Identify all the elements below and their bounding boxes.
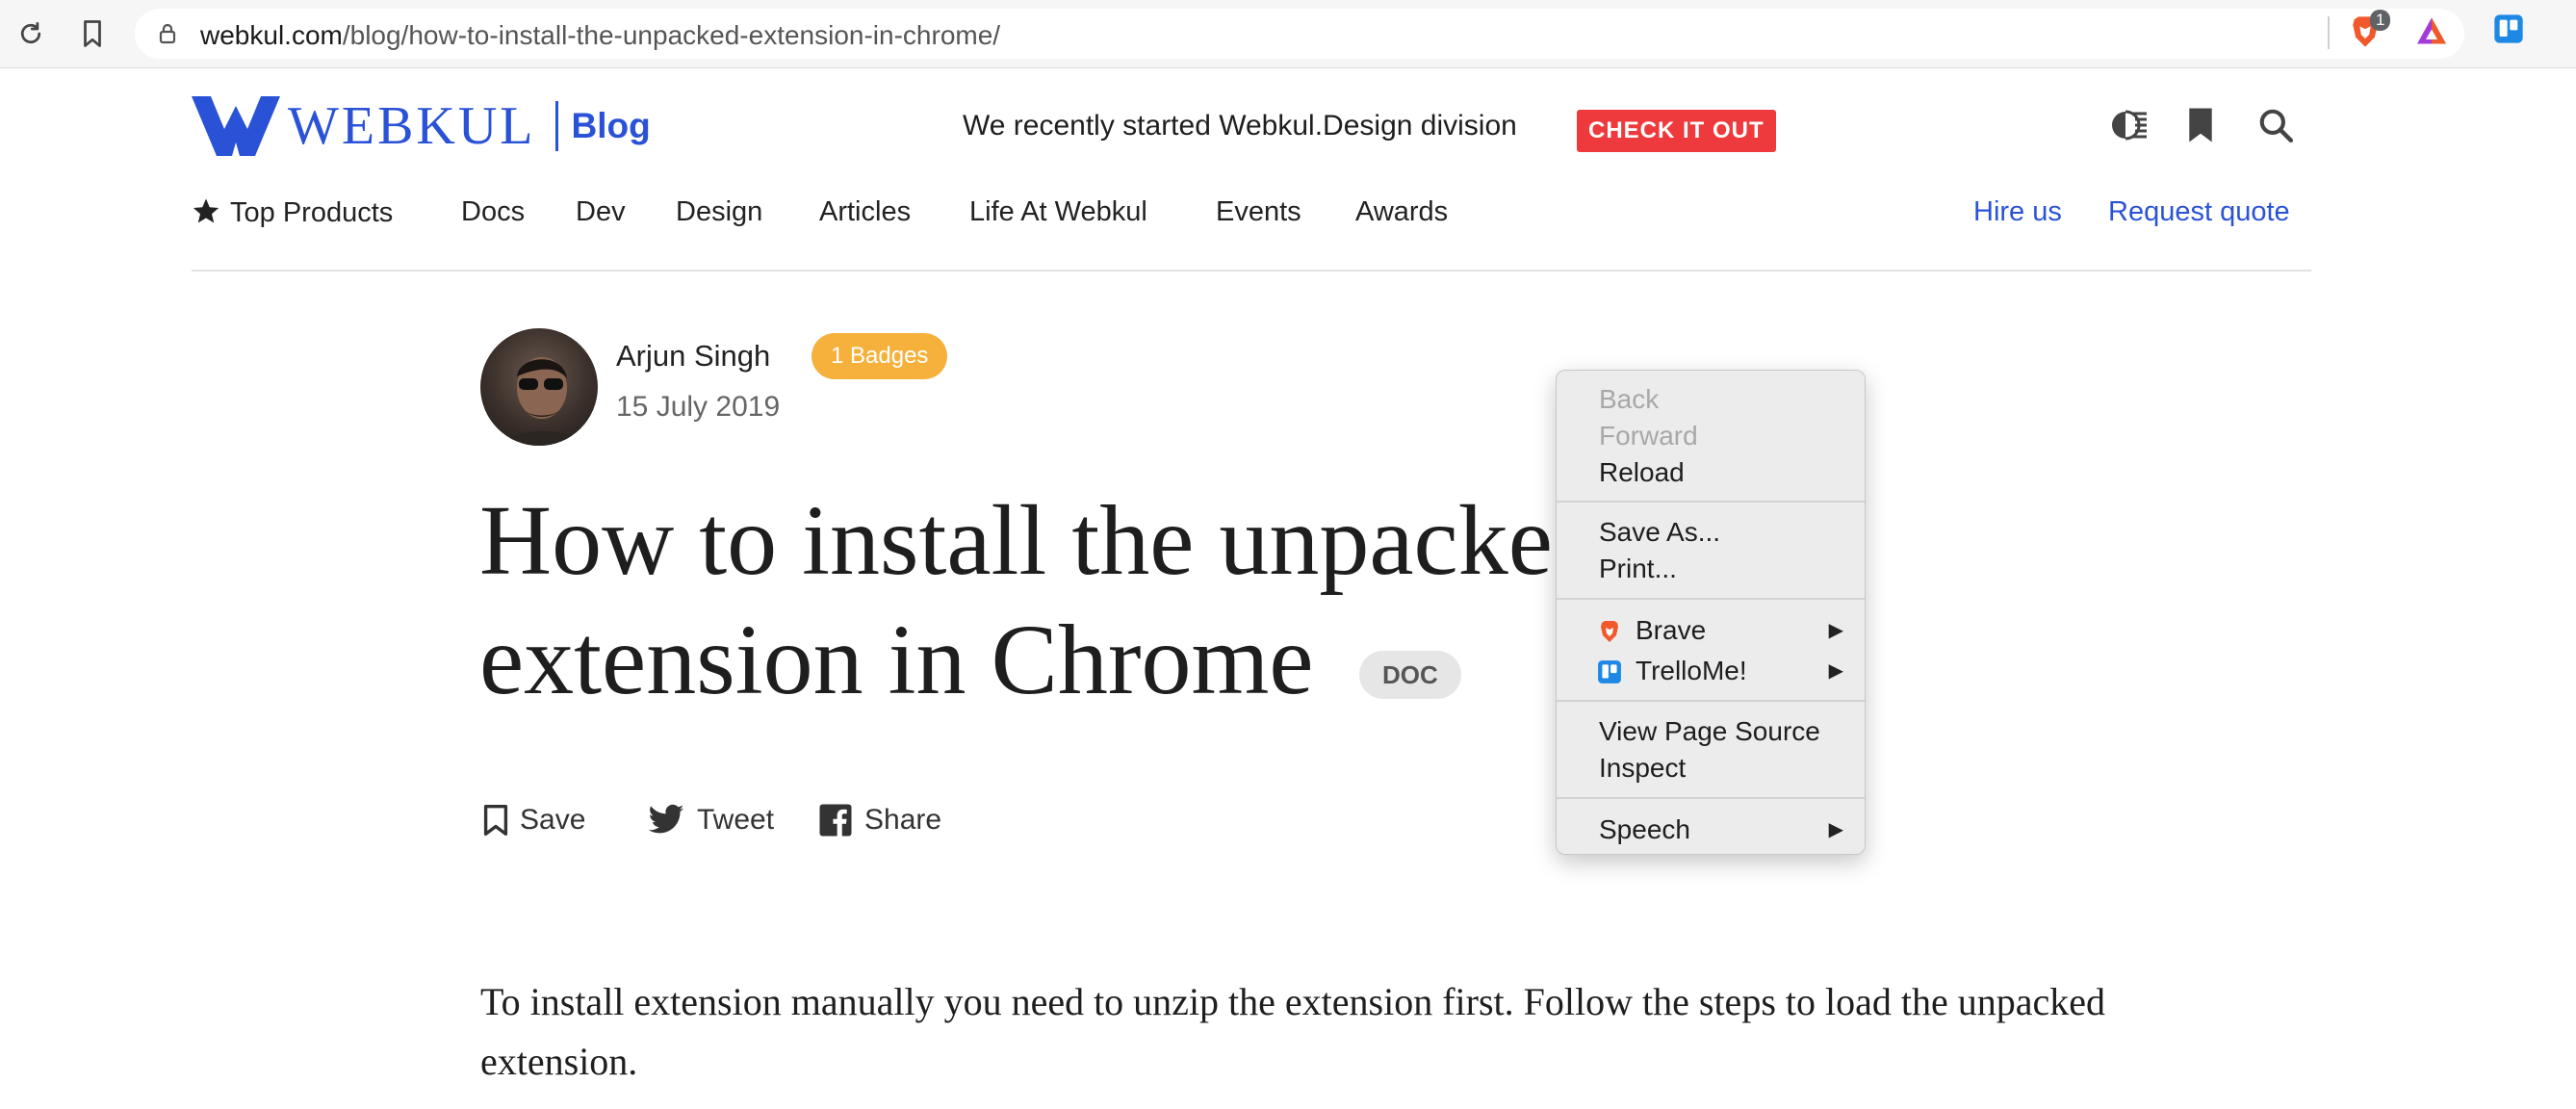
brave-rewards-icon[interactable]: [2414, 13, 2449, 53]
submenu-arrow-icon: ▶: [1828, 819, 1843, 840]
bookmark-page-icon[interactable]: [75, 16, 110, 51]
nav-item-life-at-webkul[interactable]: Life At Webkul: [969, 196, 1147, 228]
menu-label: Speech: [1599, 814, 1690, 844]
brave-icon: [1601, 621, 1618, 642]
article-title-line-1: How to install the unpacked: [479, 485, 1596, 596]
menu-item-speech[interactable]: Speech ▶: [1557, 812, 1865, 848]
promo-text: We recently started Webkul.Design divisi…: [963, 110, 1517, 142]
submenu-arrow-icon: ▶: [1828, 660, 1843, 682]
toolbar-divider: [2328, 16, 2330, 49]
webkul-logo-icon: [192, 96, 280, 156]
doc-tag[interactable]: DOC: [1359, 651, 1461, 699]
menu-separator: [1557, 501, 1865, 503]
hire-us-link[interactable]: Hire us: [1973, 196, 2062, 228]
browser-toolbar: webkul.com/blog/how-to-install-the-unpac…: [0, 0, 2576, 68]
nav-item-docs[interactable]: Docs: [461, 196, 525, 228]
nav-label: Top Products: [230, 197, 394, 228]
author-avatar[interactable]: [480, 328, 598, 446]
menu-label: Save As...: [1599, 517, 1721, 547]
author-badge[interactable]: 1 Badges: [811, 333, 948, 379]
menu-label: Forward: [1599, 421, 1698, 451]
reload-icon[interactable]: [13, 16, 48, 51]
menu-label: TrelloMe!: [1636, 656, 1747, 685]
menu-item-save-as[interactable]: Save As...: [1557, 514, 1865, 551]
url-path: /blog/how-to-install-the-unpacked-extens…: [342, 20, 1001, 50]
webkul-logo[interactable]: WEBKUL Blog: [192, 96, 651, 156]
nav-item-dev[interactable]: Dev: [576, 196, 626, 228]
author-name[interactable]: Arjun Singh: [616, 339, 770, 374]
save-button[interactable]: Save: [483, 799, 585, 841]
menu-item-brave[interactable]: Brave ▶: [1557, 612, 1865, 649]
search-icon[interactable]: [2254, 104, 2297, 146]
header-divider: [192, 270, 2311, 271]
request-quote-link[interactable]: Request quote: [2108, 196, 2290, 228]
menu-item-inspect[interactable]: Inspect: [1557, 750, 1865, 787]
context-menu: Back Forward Reload Save As... Print... …: [1556, 370, 1866, 855]
facebook-share-button[interactable]: Share: [818, 799, 941, 841]
nav-item-articles[interactable]: Articles: [819, 196, 911, 228]
nav-item-top-products[interactable]: Top Products: [192, 196, 393, 229]
article-intro: To install extension manually you need t…: [480, 980, 2105, 1083]
menu-item-print[interactable]: Print...: [1557, 551, 1865, 587]
tweet-button[interactable]: Tweet: [647, 799, 774, 841]
facebook-icon: [819, 804, 852, 837]
lock-icon: [158, 22, 177, 50]
menu-item-trellome[interactable]: TrelloMe! ▶: [1557, 653, 1865, 689]
save-label: Save: [520, 804, 586, 836]
bookmark-icon: [483, 805, 508, 836]
menu-separator: [1557, 700, 1865, 702]
reader-mode-icon[interactable]: [2110, 104, 2152, 146]
address-bar[interactable]: webkul.com/blog/how-to-install-the-unpac…: [135, 9, 2464, 59]
url-host: webkul.com: [200, 20, 343, 50]
menu-item-reload[interactable]: Reload: [1557, 454, 1865, 491]
logo-blog-label: Blog: [571, 106, 651, 145]
share-label: Share: [864, 804, 942, 836]
trello-extension-icon[interactable]: [2493, 13, 2524, 49]
menu-separator: [1557, 797, 1865, 799]
menu-separator: [1557, 598, 1865, 600]
brave-badge-count: 1: [2370, 10, 2391, 31]
logo-wordmark: WEBKUL: [288, 96, 536, 156]
menu-label: Back: [1599, 384, 1660, 414]
twitter-icon: [648, 804, 684, 834]
submenu-arrow-icon: ▶: [1828, 620, 1843, 641]
menu-label: Print...: [1599, 554, 1677, 583]
bookmarks-icon[interactable]: [2179, 104, 2222, 146]
menu-label: Brave: [1636, 615, 1707, 645]
nav-item-design[interactable]: Design: [676, 196, 762, 228]
nav-item-events[interactable]: Events: [1216, 196, 1301, 228]
check-it-out-button[interactable]: CHECK IT OUT: [1577, 110, 1776, 152]
logo-divider: [554, 101, 558, 151]
nav-item-awards[interactable]: Awards: [1355, 196, 1448, 228]
publish-date: 15 July 2019: [616, 391, 781, 423]
menu-label: Inspect: [1599, 753, 1687, 783]
menu-item-forward[interactable]: Forward: [1557, 418, 1865, 454]
star-icon: [193, 198, 219, 223]
trello-icon: [1598, 660, 1621, 683]
menu-label: View Page Source: [1599, 716, 1820, 746]
menu-label: Reload: [1599, 457, 1685, 487]
brave-shields-button[interactable]: 1: [2349, 10, 2391, 55]
tweet-label: Tweet: [697, 804, 775, 836]
url-text: webkul.com/blog/how-to-install-the-unpac…: [200, 20, 1000, 51]
menu-item-view-page-source[interactable]: View Page Source: [1557, 713, 1865, 750]
menu-item-back[interactable]: Back: [1557, 381, 1865, 418]
